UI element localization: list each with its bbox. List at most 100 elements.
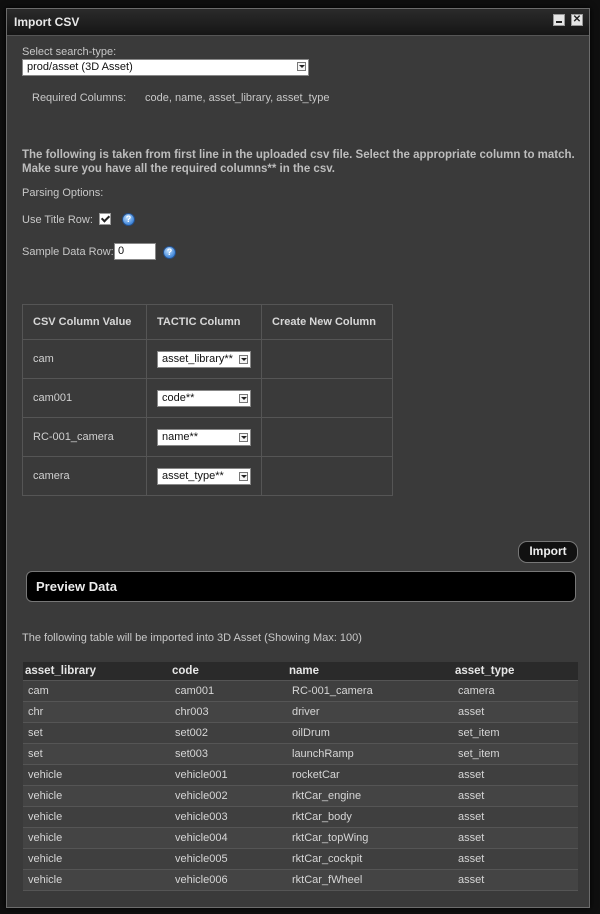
chevron-down-icon bbox=[239, 354, 248, 364]
table-row: cam cam001 RC-001_camera camera bbox=[23, 680, 578, 702]
preview-header: asset_type bbox=[453, 662, 578, 681]
table-row: vehicle vehicle002 rktCar_engine asset bbox=[23, 785, 578, 807]
table-cell: vehicle bbox=[23, 785, 170, 807]
mapping-row: cam asset_library** bbox=[22, 339, 393, 379]
preview-data-header: Preview Data bbox=[26, 571, 576, 602]
table-cell: vehicle bbox=[23, 764, 170, 786]
help-icon[interactable]: ? bbox=[122, 213, 135, 226]
table-cell: vehicle006 bbox=[170, 869, 287, 891]
create-new-column-cell bbox=[261, 456, 393, 496]
mapping-row: camera asset_type** bbox=[22, 456, 393, 496]
table-cell: vehicle001 bbox=[170, 764, 287, 786]
table-cell: asset bbox=[453, 806, 578, 828]
table-cell: launchRamp bbox=[287, 743, 453, 765]
table-cell: vehicle bbox=[23, 869, 170, 891]
use-title-row-label: Use Title Row: bbox=[22, 214, 93, 226]
tactic-column-select[interactable]: asset_type** bbox=[157, 467, 251, 485]
table-cell: set_item bbox=[453, 722, 578, 744]
table-cell: set002 bbox=[170, 722, 287, 744]
table-cell: rktCar_engine bbox=[287, 785, 453, 807]
tactic-column-select[interactable]: code** bbox=[157, 389, 251, 407]
table-cell: camera bbox=[453, 680, 578, 702]
table-cell: set003 bbox=[170, 743, 287, 765]
preview-header: code bbox=[170, 662, 287, 681]
help-icon[interactable]: ? bbox=[163, 246, 176, 259]
table-cell: vehicle002 bbox=[170, 785, 287, 807]
table-cell: set bbox=[23, 743, 170, 765]
csv-column-value: RC-001_camera bbox=[22, 417, 147, 457]
csv-column-value: cam bbox=[22, 339, 147, 379]
import-csv-window: Import CSV ✕ Select search-type: prod/as… bbox=[6, 8, 590, 908]
preview-table: asset_library code name asset_type cam c… bbox=[23, 662, 578, 891]
table-row: vehicle vehicle003 rktCar_body asset bbox=[23, 806, 578, 828]
preview-header-row: asset_library code name asset_type bbox=[23, 662, 578, 681]
table-cell: asset bbox=[453, 848, 578, 870]
table-cell: asset bbox=[453, 827, 578, 849]
table-cell: rktCar_body bbox=[287, 806, 453, 828]
mapping-row: RC-001_camera name** bbox=[22, 417, 393, 457]
table-cell: vehicle003 bbox=[170, 806, 287, 828]
create-new-column-cell bbox=[261, 378, 393, 418]
required-columns-label: Required Columns: bbox=[32, 92, 127, 104]
create-new-column-cell bbox=[261, 417, 393, 457]
table-row: vehicle vehicle005 rktCar_cockpit asset bbox=[23, 848, 578, 870]
table-cell: rktCar_topWing bbox=[287, 827, 453, 849]
tactic-column-cell: asset_library** bbox=[146, 339, 262, 379]
chevron-down-icon bbox=[297, 62, 306, 71]
mapping-header: Create New Column bbox=[261, 304, 393, 340]
table-cell: vehicle bbox=[23, 806, 170, 828]
import-button[interactable]: Import bbox=[518, 541, 578, 563]
tactic-column-select[interactable]: name** bbox=[157, 428, 251, 446]
chevron-down-icon bbox=[239, 393, 248, 403]
title-bar: Import CSV ✕ bbox=[7, 9, 589, 36]
table-cell: RC-001_camera bbox=[287, 680, 453, 702]
tactic-column-cell: code** bbox=[146, 378, 262, 418]
table-cell: rktCar_fWheel bbox=[287, 869, 453, 891]
table-cell: asset bbox=[453, 785, 578, 807]
table-row: set set002 oilDrum set_item bbox=[23, 722, 578, 744]
column-mapping-table: CSV Column Value TACTIC Column Create Ne… bbox=[22, 304, 393, 496]
table-cell: set_item bbox=[453, 743, 578, 765]
table-row: vehicle vehicle006 rktCar_fWheel asset bbox=[23, 869, 578, 891]
csv-column-value: cam001 bbox=[22, 378, 147, 418]
chevron-down-icon bbox=[239, 432, 248, 442]
window-title: Import CSV bbox=[14, 15, 80, 29]
parsing-options-label: Parsing Options: bbox=[22, 187, 104, 199]
table-cell: chr bbox=[23, 701, 170, 723]
mapping-header-row: CSV Column Value TACTIC Column Create Ne… bbox=[22, 304, 393, 340]
table-cell: vehicle004 bbox=[170, 827, 287, 849]
create-new-column-cell bbox=[261, 339, 393, 379]
tactic-column-select[interactable]: asset_library** bbox=[157, 350, 251, 368]
table-cell: oilDrum bbox=[287, 722, 453, 744]
csv-notice: The following is taken from first line i… bbox=[22, 149, 575, 175]
tactic-column-value: code** bbox=[162, 391, 195, 404]
search-type-value: prod/asset (3D Asset) bbox=[27, 61, 133, 73]
minimize-icon[interactable] bbox=[553, 14, 565, 26]
search-type-select[interactable]: prod/asset (3D Asset) bbox=[22, 59, 309, 76]
preview-data-title: Preview Data bbox=[36, 579, 117, 594]
tactic-column-value: name** bbox=[162, 430, 199, 443]
table-row: vehicle vehicle004 rktCar_topWing asset bbox=[23, 827, 578, 849]
table-cell: rktCar_cockpit bbox=[287, 848, 453, 870]
table-cell: asset bbox=[453, 701, 578, 723]
table-cell: chr003 bbox=[170, 701, 287, 723]
table-row: chr chr003 driver asset bbox=[23, 701, 578, 723]
required-columns-value: code, name, asset_library, asset_type bbox=[145, 92, 330, 104]
table-cell: set bbox=[23, 722, 170, 744]
table-cell: cam bbox=[23, 680, 170, 702]
sample-data-row-input[interactable]: 0 bbox=[114, 243, 156, 260]
table-cell: vehicle005 bbox=[170, 848, 287, 870]
use-title-row-checkbox[interactable] bbox=[99, 213, 111, 225]
search-type-label: Select search-type: bbox=[22, 46, 117, 58]
mapping-header: CSV Column Value bbox=[22, 304, 147, 340]
tactic-column-cell: name** bbox=[146, 417, 262, 457]
table-row: set set003 launchRamp set_item bbox=[23, 743, 578, 765]
close-icon[interactable]: ✕ bbox=[571, 14, 583, 26]
table-cell: asset bbox=[453, 869, 578, 891]
preview-header: asset_library bbox=[23, 662, 170, 681]
table-cell: rocketCar bbox=[287, 764, 453, 786]
preview-header: name bbox=[287, 662, 453, 681]
mapping-row: cam001 code** bbox=[22, 378, 393, 418]
table-cell: vehicle bbox=[23, 848, 170, 870]
table-row: vehicle vehicle001 rocketCar asset bbox=[23, 764, 578, 786]
